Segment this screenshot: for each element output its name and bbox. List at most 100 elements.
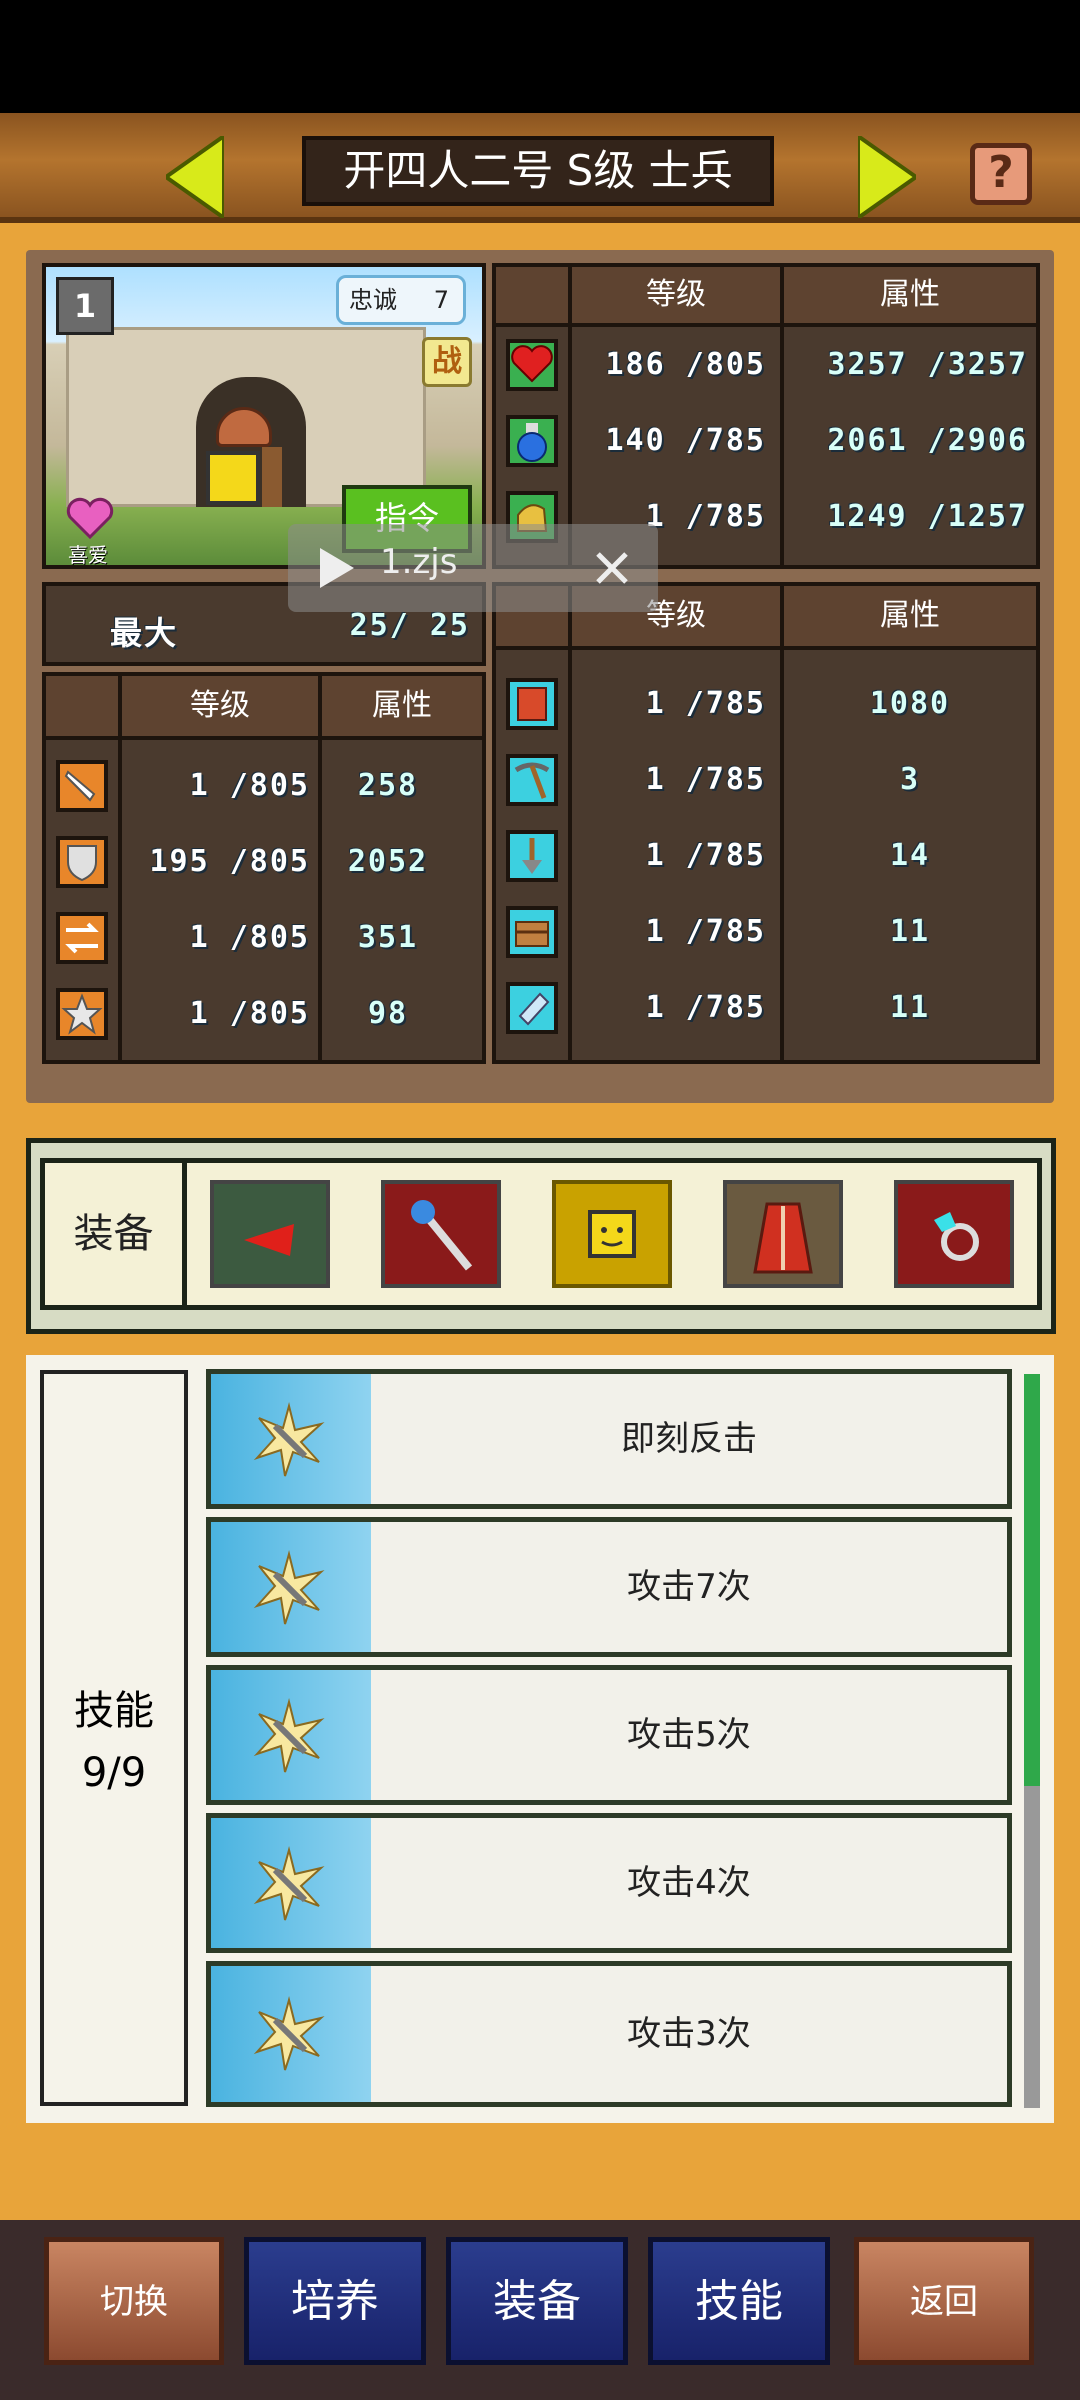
switch-button[interactable]: 切换 (44, 2237, 224, 2365)
col-attr-header: 属性 (784, 586, 1036, 650)
smiley-card-icon (588, 1210, 636, 1258)
shovel-icon (506, 830, 558, 882)
carry-level: 1 /785 (645, 914, 766, 949)
mp-attr: 2061 /2906 (827, 423, 1028, 458)
gem-icon (506, 982, 558, 1034)
equip-slot-card[interactable] (552, 1180, 672, 1288)
skill-name: 攻击7次 (627, 1567, 751, 1607)
potion-icon (506, 415, 558, 467)
ring-icon (934, 1212, 979, 1261)
skills-label: 技能 (74, 1688, 154, 1734)
red-robe-icon (753, 1202, 813, 1274)
skill-item[interactable]: 攻击4次 (206, 1813, 1012, 1953)
skills-label-box: 技能 9/9 (40, 1370, 188, 2106)
media-overlay[interactable]: 1.zjs (288, 524, 658, 612)
skill-button[interactable]: 技能 (648, 2237, 830, 2365)
book-level: 1 /785 (645, 686, 766, 721)
digging-level: 1 /785 (645, 838, 766, 873)
book-icon (506, 678, 558, 730)
divider (568, 650, 572, 1060)
train-button[interactable]: 培养 (244, 2237, 426, 2365)
soldier-avatar (206, 407, 286, 517)
skills-scrollbar-thumb[interactable] (1024, 1374, 1040, 1786)
equip-slot-weapon-tip[interactable] (210, 1180, 330, 1288)
mining-attr: 3 (899, 762, 921, 797)
skill-name: 攻击5次 (627, 1715, 751, 1755)
shield-icon (56, 836, 108, 888)
star-icon (56, 988, 108, 1040)
defense-attr: 2052 (347, 844, 429, 879)
mining-level: 1 /785 (645, 762, 766, 797)
equipment-bar: 装备 (40, 1158, 1042, 1310)
hp-level: 186 /805 (605, 347, 766, 382)
play-icon[interactable] (316, 546, 356, 590)
page-title: 开四人二号 S级 士兵 (302, 136, 774, 206)
agility-icon (56, 912, 108, 964)
mp-level: 140 /785 (605, 423, 766, 458)
luck-level: 1 /805 (189, 996, 310, 1031)
col-attr-header: 属性 (784, 267, 1036, 327)
book-attr: 1080 (869, 686, 951, 721)
attack-level: 1 /805 (189, 768, 310, 803)
col-attr-header: 属性 (322, 676, 482, 740)
agility-attr: 351 (357, 920, 419, 955)
back-button[interactable]: 返回 (854, 2237, 1034, 2365)
stats-table-right: 等级 属性 1 /785 1080 1 /785 3 1 /785 14 1 /… (492, 582, 1040, 1064)
skill-item[interactable]: 攻击3次 (206, 1961, 1012, 2107)
carry-attr: 11 (889, 914, 931, 949)
sword-burst-icon (253, 1698, 325, 1773)
help-button[interactable]: ? (970, 143, 1032, 205)
max-value: 25/ 25 (349, 608, 470, 643)
hp-attr: 3257 /3257 (827, 347, 1028, 382)
equip-button[interactable]: 装备 (446, 2237, 628, 2365)
battle-badge[interactable]: 战 (422, 337, 472, 387)
heart-icon (506, 339, 558, 391)
skill-icon-box (211, 1374, 371, 1504)
loyalty-label: 忠诚 (349, 286, 397, 314)
col-level-header: 等级 (122, 676, 322, 740)
gem-attr: 11 (889, 990, 931, 1025)
skill-name: 即刻反击 (621, 1419, 757, 1459)
prev-arrow-icon[interactable] (166, 136, 224, 218)
sword-burst-icon (253, 1996, 325, 2071)
chest-icon (506, 906, 558, 958)
loyalty-badge: 忠诚 7 (336, 275, 466, 325)
skills-count: 9/9 (81, 1750, 147, 1796)
rank-badge: 1 (56, 277, 114, 335)
divider (318, 740, 322, 1060)
overlay-file-label: 1.zjs (380, 542, 458, 582)
skill-icon-box (211, 1966, 371, 2102)
header-blank (46, 676, 122, 740)
skill-item[interactable]: 攻击5次 (206, 1665, 1012, 1805)
gem-level: 1 /785 (645, 990, 766, 1025)
sword-burst-icon (253, 1402, 325, 1477)
divider (780, 327, 784, 565)
digging-attr: 14 (889, 838, 931, 873)
sword-icon (56, 760, 108, 812)
stats-table-left: 等级 属性 1 /805 258 195 /805 2052 1 /805 35… (42, 672, 486, 1064)
skill-item[interactable]: 攻击7次 (206, 1517, 1012, 1657)
defense-level: 195 /805 (149, 844, 310, 879)
equip-slot-armor[interactable] (723, 1180, 843, 1288)
pickaxe-icon (506, 754, 558, 806)
attack-attr: 258 (357, 768, 419, 803)
equip-slot-ring[interactable] (894, 1180, 1014, 1288)
system-status-bar (0, 0, 1080, 113)
divider (780, 650, 784, 1060)
sword-burst-icon (253, 1550, 325, 1625)
skill-item[interactable]: 即刻反击 (206, 1369, 1012, 1509)
next-arrow-icon[interactable] (858, 136, 916, 218)
equipment-label: 装备 (45, 1163, 187, 1305)
equip-slot-staff[interactable] (381, 1180, 501, 1288)
close-icon[interactable] (594, 550, 630, 586)
heart-like-icon (66, 497, 114, 539)
agility-level: 1 /805 (189, 920, 310, 955)
staff-icon (411, 1200, 473, 1271)
like-label: 喜爱 (68, 543, 108, 567)
skill-icon-box (211, 1818, 371, 1948)
divider (118, 740, 122, 1060)
sword-burst-icon (253, 1846, 325, 1921)
loyalty-value: 7 (433, 286, 449, 314)
skill-icon-box (211, 1670, 371, 1800)
red-arrowhead-icon (244, 1224, 294, 1256)
